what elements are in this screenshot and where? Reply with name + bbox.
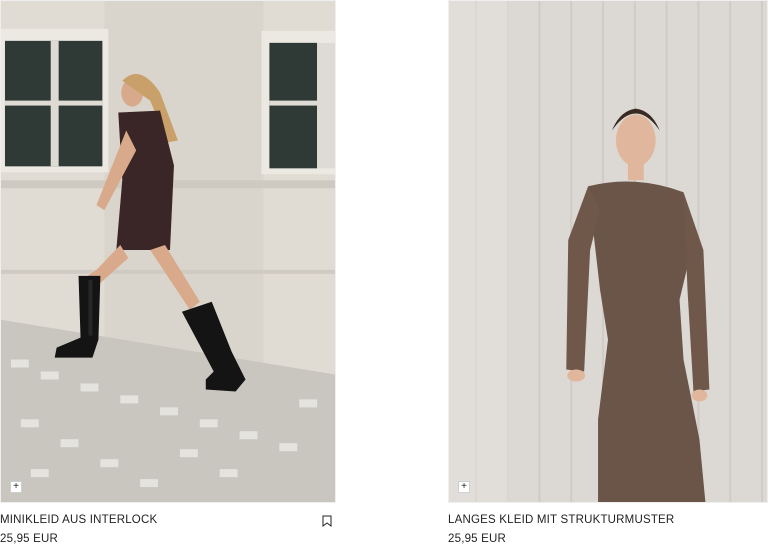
product-name[interactable]: MINIKLEID AUS INTERLOCK <box>0 513 336 527</box>
product-image-langes-kleid[interactable]: + <box>448 0 768 503</box>
product-photo-wall-scene <box>449 1 767 502</box>
product-photo-street-scene <box>1 1 335 502</box>
product-price: 25,95 EUR <box>0 533 59 545</box>
product-name[interactable]: LANGES KLEID MIT STRUKTURMUSTER <box>448 513 768 527</box>
product-info: LANGES KLEID MIT STRUKTURMUSTER 25,95 EU… <box>448 503 768 546</box>
bookmark-icon[interactable] <box>322 515 332 527</box>
plus-icon: + <box>461 481 467 492</box>
product-info: MINIKLEID AUS INTERLOCK 25,95 EUR <box>0 503 336 546</box>
quick-add-button[interactable]: + <box>10 481 22 493</box>
quick-add-button[interactable]: + <box>458 481 470 493</box>
product-card-langes-kleid[interactable]: + LANGES KLEID MIT STRUKTURMUSTER 25,95 … <box>448 0 768 546</box>
plus-icon: + <box>13 481 19 492</box>
product-card-minikleid[interactable]: + MINIKLEID AUS INTERLOCK 25,95 EUR <box>0 0 336 546</box>
product-price: 25,95 EUR <box>448 533 507 545</box>
product-image-minikleid[interactable]: + <box>0 0 336 503</box>
